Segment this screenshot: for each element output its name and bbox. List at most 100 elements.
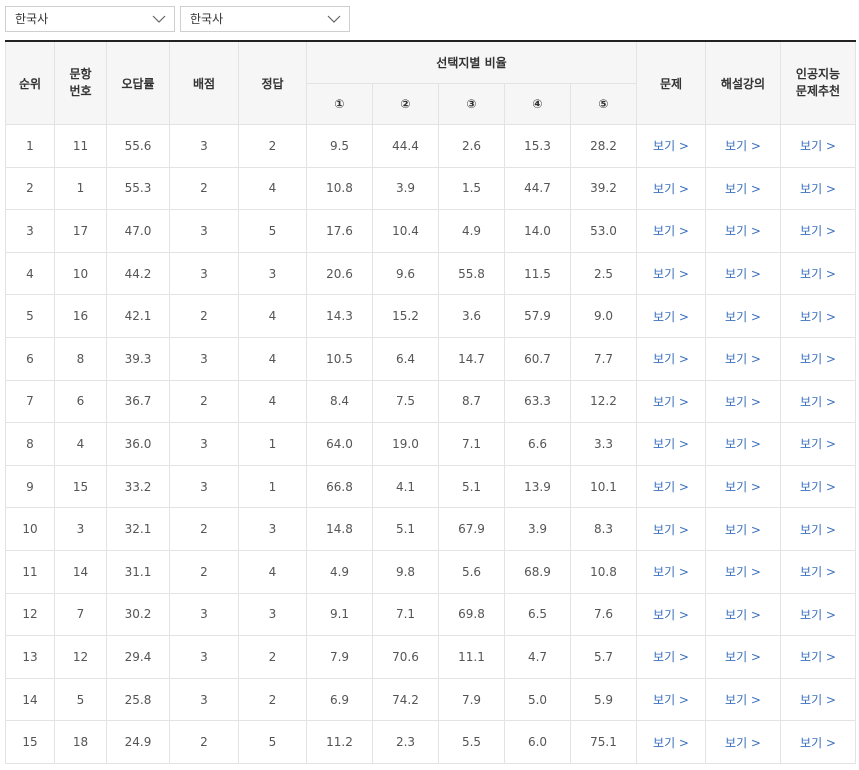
view-ai-recommend-link[interactable]: 보기 > [780,251,857,296]
table-row: 5 16 42.1 2 4 14.3 15.2 3.6 57.9 9.0 보기 > 보기 > 보기 > [5,294,857,338]
view-ai-recommend-link[interactable]: 보기 > [780,422,857,466]
choice-4-ratio-cell: 60.7 [504,336,571,381]
question-number-cell: 10 [54,251,107,296]
points-cell: 3 [169,592,239,637]
table-row: 11 14 31.1 2 4 4.9 9.8 5.6 68.9 10.8 보기 > 보기 > 보기 > [5,549,857,594]
header-choice-1: ① [306,83,373,125]
choice-2-ratio-cell: 3.9 [372,166,439,211]
view-problem-link[interactable]: 보기 > [636,294,707,338]
choice-1-ratio-cell: 14.3 [306,294,373,338]
rank-cell: 2 [5,166,55,211]
view-lecture-link[interactable]: 보기 > [705,592,782,637]
view-ai-recommend-link[interactable]: 보기 > [780,592,857,637]
rank-cell: 14 [5,677,55,722]
view-lecture-link[interactable]: 보기 > [705,677,782,722]
view-lecture-link[interactable]: 보기 > [705,166,782,211]
view-lecture-link[interactable]: 보기 > [705,294,782,338]
view-ai-recommend-link[interactable]: 보기 > [780,336,857,381]
view-lecture-link[interactable]: 보기 > [705,251,782,296]
view-lecture-link[interactable]: 보기 > [705,635,782,679]
view-problem-link[interactable]: 보기 > [636,635,707,679]
subject-select-2[interactable]: 한국사 [180,6,350,32]
view-problem-link[interactable]: 보기 > [636,166,707,211]
view-ai-recommend-link[interactable]: 보기 > [780,209,857,253]
view-lecture-link[interactable]: 보기 > [705,422,782,466]
view-ai-recommend-link[interactable]: 보기 > [780,464,857,509]
rank-cell: 3 [5,209,55,253]
error-rate-cell: 32.1 [106,507,170,551]
view-problem-link[interactable]: 보기 > [636,336,707,381]
view-ai-recommend-link[interactable]: 보기 > [780,677,857,722]
table-row: 9 15 33.2 3 1 66.8 4.1 5.1 13.9 10.1 보기 > 보기 > 보기 > [5,464,857,509]
choice-3-ratio-cell: 3.6 [438,294,505,338]
view-lecture-link[interactable]: 보기 > [705,464,782,509]
view-problem-link[interactable]: 보기 > [636,507,707,551]
choice-1-ratio-cell: 9.1 [306,592,373,637]
choice-3-ratio-cell: 8.7 [438,379,505,424]
view-lecture-link[interactable]: 보기 > [705,507,782,551]
choice-5-ratio-cell: 5.7 [569,635,638,679]
choice-4-ratio-cell: 3.9 [504,507,571,551]
rank-cell: 5 [5,294,55,338]
view-lecture-link[interactable]: 보기 > [705,124,782,168]
header-error-rate: 오답률 [106,40,170,125]
answer-cell: 4 [238,379,307,424]
choice-5-ratio-cell: 28.2 [569,124,638,168]
choice-4-ratio-cell: 63.3 [504,379,571,424]
question-number-cell: 14 [54,549,107,594]
view-ai-recommend-link[interactable]: 보기 > [780,166,857,211]
view-lecture-link[interactable]: 보기 > [705,549,782,594]
choice-4-ratio-cell: 57.9 [504,294,571,338]
choice-4-ratio-cell: 4.7 [504,635,571,679]
view-lecture-link[interactable]: 보기 > [705,336,782,381]
view-ai-recommend-link[interactable]: 보기 > [780,720,857,764]
view-problem-link[interactable]: 보기 > [636,251,707,296]
choice-5-ratio-cell: 8.3 [569,507,638,551]
view-problem-link[interactable]: 보기 > [636,124,707,168]
points-cell: 3 [169,677,239,722]
question-number-cell: 8 [54,336,107,381]
points-cell: 3 [169,635,239,679]
view-ai-recommend-link[interactable]: 보기 > [780,294,857,338]
error-rate-cell: 39.3 [106,336,170,381]
view-problem-link[interactable]: 보기 > [636,720,707,764]
choice-4-ratio-cell: 6.0 [504,720,571,764]
header-points: 배점 [169,40,239,125]
view-problem-link[interactable]: 보기 > [636,464,707,509]
error-rate-cell: 25.8 [106,677,170,722]
choice-1-ratio-cell: 20.6 [306,251,373,296]
answer-cell: 3 [238,251,307,296]
choice-2-ratio-cell: 6.4 [372,336,439,381]
choice-4-ratio-cell: 14.0 [504,209,571,253]
view-ai-recommend-link[interactable]: 보기 > [780,635,857,679]
header-answer: 정답 [238,40,307,125]
view-ai-recommend-link[interactable]: 보기 > [780,507,857,551]
view-problem-link[interactable]: 보기 > [636,209,707,253]
choice-1-ratio-cell: 66.8 [306,464,373,509]
view-lecture-link[interactable]: 보기 > [705,720,782,764]
subject-select-1[interactable]: 한국사 [5,6,175,32]
error-rate-cell: 33.2 [106,464,170,509]
choice-3-ratio-cell: 4.9 [438,209,505,253]
view-problem-link[interactable]: 보기 > [636,677,707,722]
choice-2-ratio-cell: 7.5 [372,379,439,424]
view-ai-recommend-link[interactable]: 보기 > [780,549,857,594]
answer-cell: 4 [238,294,307,338]
view-ai-recommend-link[interactable]: 보기 > [780,379,857,424]
view-problem-link[interactable]: 보기 > [636,379,707,424]
view-lecture-link[interactable]: 보기 > [705,209,782,253]
table-row: 4 10 44.2 3 3 20.6 9.6 55.8 11.5 2.5 보기 > 보기 > 보기 > [5,251,857,296]
choice-5-ratio-cell: 7.7 [569,336,638,381]
error-rate-cell: 31.1 [106,549,170,594]
points-cell: 3 [169,209,239,253]
question-number-cell: 11 [54,124,107,168]
choice-2-ratio-cell: 7.1 [372,592,439,637]
view-problem-link[interactable]: 보기 > [636,422,707,466]
view-problem-link[interactable]: 보기 > [636,592,707,637]
rank-cell: 11 [5,549,55,594]
rank-cell: 15 [5,720,55,764]
view-ai-recommend-link[interactable]: 보기 > [780,124,857,168]
view-lecture-link[interactable]: 보기 > [705,379,782,424]
choice-4-ratio-cell: 11.5 [504,251,571,296]
view-problem-link[interactable]: 보기 > [636,549,707,594]
